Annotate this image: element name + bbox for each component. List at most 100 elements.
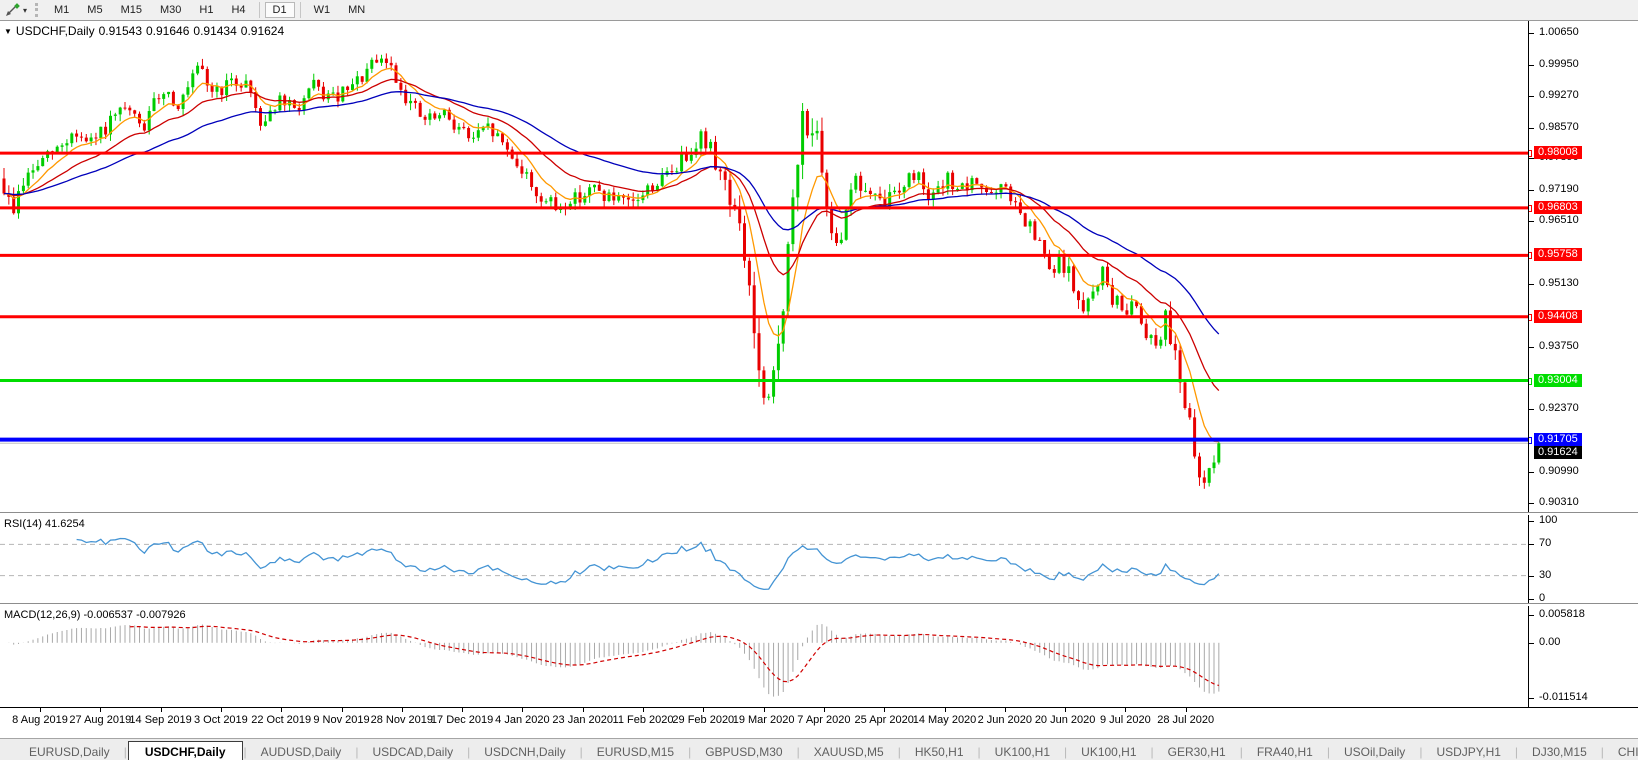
candle-body	[545, 201, 548, 202]
time-tick-mark	[945, 708, 946, 712]
time-tick-mark	[402, 708, 403, 712]
tab-usdchf-daily[interactable]: USDCHF,Daily	[128, 741, 243, 760]
macd-chart[interactable]	[0, 606, 1528, 707]
candle-body	[191, 73, 194, 87]
tab-ger30-h1[interactable]: GER30,H1	[1155, 742, 1239, 760]
candle-body	[75, 134, 78, 137]
time-tick-label: 23 Jan 2020	[552, 714, 613, 726]
candle-body	[472, 138, 475, 139]
candle-body	[869, 191, 872, 194]
time-tick-label: 29 Feb 2020	[672, 714, 734, 726]
candle-body	[1203, 477, 1206, 482]
tab-separator: |	[124, 745, 127, 759]
candle-body	[1067, 266, 1070, 273]
tab-uk100-h1[interactable]: UK100,H1	[1068, 742, 1149, 760]
chart-title-high: 0.91646	[146, 24, 189, 38]
tab-separator: |	[1419, 745, 1422, 759]
line-handle[interactable]	[1528, 314, 1532, 321]
tab-hk50-h1[interactable]: HK50,H1	[902, 742, 977, 760]
candle-body	[32, 170, 35, 172]
tab-eurusd-daily[interactable]: EURUSD,Daily	[16, 742, 123, 760]
cursor-tool-button[interactable]: ▾	[0, 1, 31, 19]
candle-body	[796, 165, 799, 198]
time-tick-mark	[1186, 708, 1187, 712]
ma-slow-line	[4, 92, 1219, 334]
tab-audusd-daily[interactable]: AUDUSD,Daily	[248, 742, 355, 760]
tab-usoil-daily[interactable]: USOil,Daily	[1331, 742, 1418, 760]
time-tick-label: 14 Sep 2019	[129, 714, 191, 726]
line-handle[interactable]	[1528, 205, 1532, 212]
price-tick-mark	[1529, 503, 1534, 504]
line-handle[interactable]	[1528, 150, 1532, 157]
candle-body	[119, 108, 122, 115]
timeframe-button-MN[interactable]: MN	[340, 2, 373, 18]
time-tick-label: 25 Apr 2020	[855, 714, 914, 726]
tab-usdjpy-h1[interactable]: USDJPY,H1	[1423, 742, 1513, 760]
line-handle[interactable]	[1528, 378, 1532, 385]
candle-body	[1130, 301, 1133, 314]
price-tick-mark	[1529, 190, 1534, 191]
candle-body	[477, 130, 480, 138]
candle-body	[1217, 443, 1220, 462]
candle-body	[1188, 408, 1191, 417]
rsi-tick-label: 0	[1539, 592, 1545, 603]
timeframe-button-D1[interactable]: D1	[265, 2, 295, 18]
price-line-label: 0.96803	[1534, 201, 1582, 214]
candle-body	[535, 187, 538, 196]
time-tick-mark	[1065, 708, 1066, 712]
candle-body	[201, 66, 204, 69]
tab-usdcnh-daily[interactable]: USDCNH,Daily	[471, 742, 578, 760]
tab-gbpusd-m30[interactable]: GBPUSD,M30	[692, 742, 795, 760]
rsi-label: RSI(14) 41.6254	[4, 518, 85, 530]
chart-title-dropdown-icon[interactable]: ▼	[4, 27, 12, 36]
candle-body	[1140, 306, 1143, 324]
candle-body	[1213, 463, 1216, 469]
rsi-tick-label: 100	[1539, 515, 1557, 526]
time-tick-label: 8 Aug 2019	[12, 714, 68, 726]
tab-separator: |	[898, 745, 901, 759]
candle-body	[230, 79, 233, 81]
tab-separator: |	[580, 745, 583, 759]
rsi-chart[interactable]	[0, 515, 1528, 603]
timeframe-button-M5[interactable]: M5	[79, 2, 110, 18]
line-handle[interactable]	[1528, 437, 1532, 444]
candlestick-chart[interactable]	[0, 21, 1528, 512]
tab-separator: |	[1064, 745, 1067, 759]
tab-uk100-h1[interactable]: UK100,H1	[982, 742, 1063, 760]
tab-china300-h4[interactable]: CHINA300,H4	[1605, 742, 1638, 760]
timeframe-button-M1[interactable]: M1	[46, 2, 77, 18]
candle-body	[908, 173, 911, 187]
tab-fra40-h1[interactable]: FRA40,H1	[1244, 742, 1326, 760]
timeframe-button-H1[interactable]: H1	[191, 2, 221, 18]
time-axis[interactable]: 8 Aug 201927 Aug 201914 Sep 20193 Oct 20…	[0, 707, 1638, 738]
candle-body	[1125, 310, 1128, 314]
time-tick-label: 3 Oct 2019	[194, 714, 248, 726]
candle-body	[1063, 257, 1066, 273]
candle-body	[95, 138, 98, 139]
price-tick-label: 1.00650	[1539, 26, 1579, 38]
time-tick-mark	[522, 708, 523, 712]
candle-body	[211, 86, 214, 92]
candle-body	[1184, 382, 1187, 408]
candle-body	[738, 207, 741, 223]
line-handle[interactable]	[1528, 252, 1532, 259]
candle-body	[1053, 269, 1056, 273]
timeframe-button-W1[interactable]: W1	[306, 2, 339, 18]
price-tick-label: 0.90990	[1539, 465, 1579, 477]
tab-usdcad-daily[interactable]: USDCAD,Daily	[359, 742, 466, 760]
tab-eurusd-m15[interactable]: EURUSD,M15	[584, 742, 687, 760]
price-axis[interactable]: 1.006500.999500.992700.985700.978900.971…	[1528, 21, 1638, 512]
timeframe-button-H4[interactable]: H4	[223, 2, 253, 18]
cursor-tool-dropdown-icon[interactable]: ▾	[23, 6, 27, 15]
time-tick-mark	[100, 708, 101, 712]
tab-dj30-m15[interactable]: DJ30,M15	[1519, 742, 1600, 760]
timeframe-button-M30[interactable]: M30	[152, 2, 189, 18]
candle-body	[433, 113, 436, 118]
toolbar-grip[interactable]	[35, 3, 38, 17]
tab-xauusd-m5[interactable]: XAUUSD,M5	[801, 742, 897, 760]
candle-body	[264, 121, 267, 126]
timeframe-button-M15[interactable]: M15	[113, 2, 150, 18]
candle-body	[990, 192, 993, 193]
candle-body	[356, 76, 359, 84]
candle-body	[719, 170, 722, 172]
